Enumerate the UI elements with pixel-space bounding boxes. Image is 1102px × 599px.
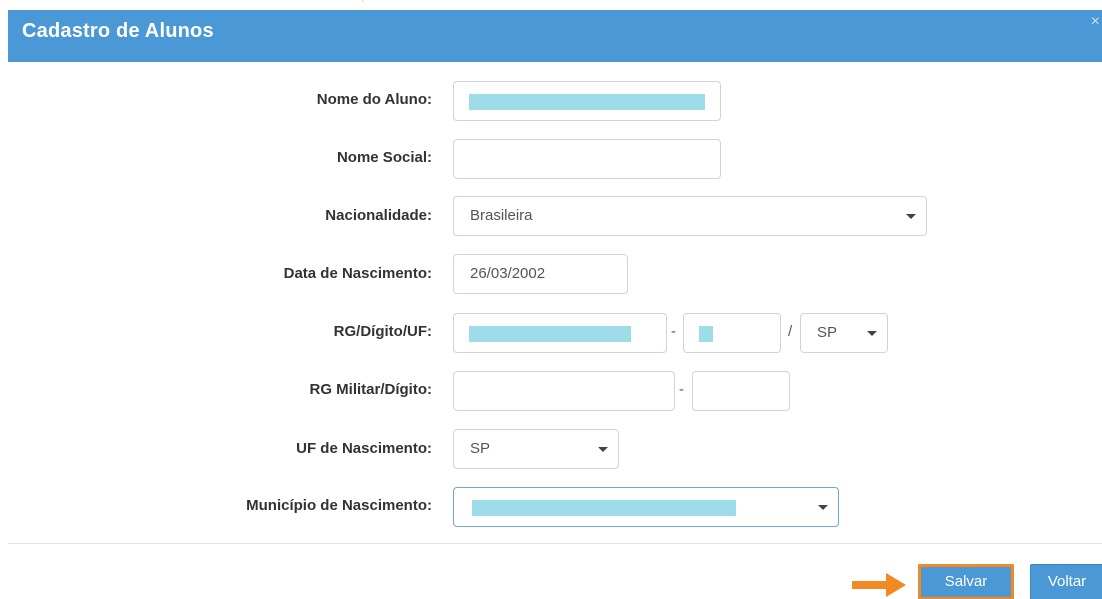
- municipio-nascimento-label: Município de Nascimento:: [246, 497, 432, 514]
- nome-aluno-label: Nome do Aluno:: [316, 91, 432, 108]
- rg-uf-select[interactable]: SP: [800, 313, 888, 353]
- chevron-down-icon: [867, 331, 877, 336]
- rg-militar-input[interactable]: [453, 371, 675, 411]
- data-nascimento-input[interactable]: 26/03/2002: [453, 254, 628, 294]
- arrow-right-icon: [852, 573, 906, 597]
- nacionalidade-value: Brasileira: [470, 207, 533, 224]
- data-nascimento-value: 26/03/2002: [470, 265, 546, 282]
- redacted-value: [699, 326, 713, 342]
- back-button[interactable]: Voltar: [1030, 564, 1102, 599]
- close-icon[interactable]: ×: [1091, 14, 1100, 30]
- nome-aluno-input[interactable]: [453, 81, 721, 121]
- chevron-down-icon: [598, 447, 608, 452]
- chevron-down-icon: [818, 505, 828, 510]
- nome-social-input[interactable]: [453, 139, 721, 179]
- rg-input[interactable]: [453, 313, 667, 353]
- footer-divider: [8, 543, 1102, 544]
- rg-militar-label: RG Militar/Dígito:: [309, 381, 433, 398]
- rg-uf-value: SP: [817, 324, 838, 341]
- uf-nascimento-select[interactable]: SP: [453, 429, 619, 469]
- top-strip: [0, 0, 1102, 10]
- nome-social-label: Nome Social:: [336, 149, 432, 166]
- chevron-down-icon: [906, 214, 916, 219]
- uf-nascimento-value: SP: [470, 440, 491, 457]
- redacted-value: [472, 500, 736, 516]
- rg-militar-dash: -: [679, 381, 684, 398]
- rg-digito-input[interactable]: [683, 313, 781, 353]
- redacted-value: [469, 326, 631, 342]
- rg-dash: -: [671, 323, 676, 340]
- nacionalidade-select[interactable]: Brasileira: [453, 196, 927, 236]
- rg-label: RG/Dígito/UF:: [333, 323, 432, 340]
- uf-nascimento-label: UF de Nascimento:: [296, 440, 432, 457]
- save-button[interactable]: Salvar: [918, 564, 1014, 599]
- page: Cadastro de Alunos × Nome do Aluno: Nome…: [0, 0, 1102, 599]
- municipio-nascimento-select[interactable]: [453, 487, 839, 527]
- nacionalidade-label: Nacionalidade:: [325, 207, 432, 224]
- redacted-value: [469, 94, 705, 110]
- modal-header: Cadastro de Alunos ×: [8, 10, 1102, 62]
- data-nascimento-label: Data de Nascimento:: [283, 265, 432, 282]
- rg-slash: /: [788, 323, 793, 340]
- modal-title: Cadastro de Alunos: [22, 20, 214, 42]
- rg-militar-digito-input[interactable]: [692, 371, 790, 411]
